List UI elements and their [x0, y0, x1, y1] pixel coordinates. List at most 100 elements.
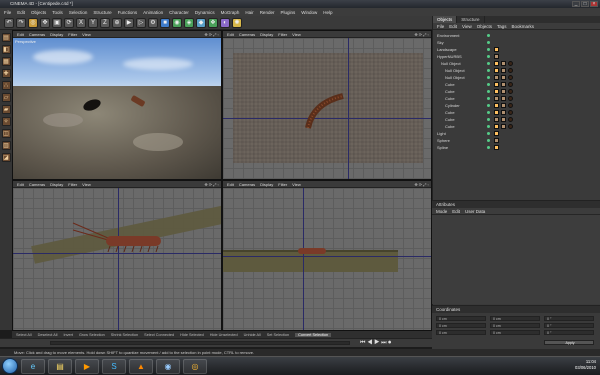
menu-item[interactable]: Animation	[143, 10, 163, 15]
cube-icon[interactable]: ■	[160, 17, 170, 28]
menu-item[interactable]: MoGraph	[221, 10, 240, 15]
tag-icon[interactable]	[494, 110, 499, 115]
tag-icon[interactable]	[494, 82, 499, 87]
size-z-field[interactable]: 0 cm	[490, 330, 540, 335]
visibility-dot-icon[interactable]	[487, 69, 490, 72]
position-x-field[interactable]: 0 cm	[436, 316, 486, 321]
object-row[interactable]: Cube	[437, 116, 600, 123]
snap-icon[interactable]: ◫	[1, 129, 11, 138]
tag-icon[interactable]	[494, 138, 499, 143]
menu-item[interactable]: Dynamics	[195, 10, 215, 15]
viewport-menu-item[interactable]: Filter	[278, 182, 287, 187]
minimize-button[interactable]: _	[572, 1, 580, 7]
render-settings-icon[interactable]: ⚙	[148, 17, 158, 28]
viewport-menu-item[interactable]: View	[82, 32, 91, 37]
material-tag-icon[interactable]	[508, 117, 513, 122]
live-selection-icon[interactable]: ◎	[28, 17, 38, 28]
viewport-nav-icons[interactable]: ✥ ⟳ ⤢ ▫	[414, 182, 429, 187]
texture-mode-icon[interactable]: ▦	[1, 57, 11, 66]
material-tag-icon[interactable]	[508, 68, 513, 73]
menu-item[interactable]: Plugins	[280, 10, 295, 15]
visibility-dot-icon[interactable]	[487, 97, 490, 100]
position-y-field[interactable]: 0 cm	[436, 323, 486, 328]
tag-icon[interactable]	[494, 103, 499, 108]
material-tag-icon[interactable]	[508, 103, 513, 108]
selection-command-tab[interactable]: Invert	[63, 333, 73, 337]
texture-tag-icon[interactable]	[501, 75, 506, 80]
move-icon[interactable]: ✥	[40, 17, 50, 28]
skype-icon[interactable]: S	[102, 358, 126, 374]
texture-tag-icon[interactable]	[501, 82, 506, 87]
light-icon[interactable]: ✺	[232, 17, 242, 28]
playback-controls[interactable]: ⏮ ◀ ▶ ⏭ ⏺	[360, 340, 391, 347]
visibility-dot-icon[interactable]	[487, 139, 490, 142]
solo-icon[interactable]: ◪	[1, 153, 11, 162]
texture-tag-icon[interactable]	[501, 110, 506, 115]
tag-icon[interactable]	[494, 54, 499, 59]
viewport-top[interactable]: Edit Cameras Display Filter View ✥ ⟳ ⤢ ▫	[222, 30, 432, 180]
viewport-right[interactable]: Edit Cameras Display Filter View ✥ ⟳ ⤢ ▫	[12, 180, 222, 331]
object-row[interactable]: Null Object	[437, 74, 600, 81]
texture-tag-icon[interactable]	[501, 61, 506, 66]
objects-menu-item[interactable]: File	[437, 23, 444, 29]
selection-command-tab[interactable]: Set Selection	[267, 333, 289, 337]
chrome-icon[interactable]: ◎	[183, 358, 207, 374]
viewport-perspective[interactable]: Edit Cameras Display Filter View Perspective…	[12, 30, 222, 180]
tag-icon[interactable]	[494, 96, 499, 101]
position-z-field[interactable]: 0 cm	[436, 330, 486, 335]
material-tag-icon[interactable]	[508, 110, 513, 115]
material-tag-icon[interactable]	[508, 75, 513, 80]
scene-icon[interactable]: ❖	[208, 17, 218, 28]
object-row[interactable]: Cube	[437, 81, 600, 88]
deformer-icon[interactable]: ◆	[196, 17, 206, 28]
texture-tag-icon[interactable]	[501, 96, 506, 101]
visibility-dot-icon[interactable]	[487, 48, 490, 51]
selection-command-tab[interactable]: Unhide All	[244, 333, 261, 337]
object-row[interactable]: Spline	[437, 144, 600, 151]
viewport-menu-item[interactable]: Filter	[278, 32, 287, 37]
menu-item[interactable]: Functions	[118, 10, 138, 15]
x-axis-icon[interactable]: X	[76, 17, 86, 28]
viewport-menu-item[interactable]: Display	[50, 32, 63, 37]
object-row[interactable]: Sphere	[437, 137, 600, 144]
tab-structure[interactable]: Structure	[457, 16, 485, 23]
material-tag-icon[interactable]	[508, 96, 513, 101]
rotation-b-field[interactable]: 0 °	[544, 330, 594, 335]
viewport-menu-item[interactable]: Cameras	[29, 182, 45, 187]
visibility-dot-icon[interactable]	[487, 125, 490, 128]
viewport-menu-item[interactable]: View	[292, 182, 301, 187]
timeline[interactable]: ⏮ ◀ ▶ ⏭ ⏺	[0, 338, 432, 347]
make-editable-icon[interactable]: ▤	[1, 33, 11, 42]
object-row[interactable]: Cube	[437, 95, 600, 102]
viewport-menu-item[interactable]: Display	[50, 182, 63, 187]
objects-menu-item[interactable]: Edit	[449, 23, 457, 29]
selection-command-tab[interactable]: Grow Selection	[79, 333, 105, 337]
undo-icon[interactable]: ↶	[4, 17, 14, 28]
material-tag-icon[interactable]	[508, 82, 513, 87]
object-row[interactable]: HyperNURBS	[437, 53, 600, 60]
viewport-menu-item[interactable]: Display	[260, 32, 273, 37]
array-icon[interactable]: ◈	[184, 17, 194, 28]
viewport-menu-item[interactable]: Cameras	[239, 182, 255, 187]
system-tray[interactable]: 11:04 03/06/2010	[575, 359, 596, 371]
visibility-dot-icon[interactable]	[487, 104, 490, 107]
render-view-icon[interactable]: ▶	[124, 17, 134, 28]
attributes-menu-item[interactable]: Mode	[436, 208, 447, 214]
viewport-menu-item[interactable]: Filter	[68, 182, 77, 187]
viewport-nav-icons[interactable]: ✥ ⟳ ⤢ ▫	[204, 32, 219, 37]
object-row[interactable]: Landscape	[437, 46, 600, 53]
menu-item[interactable]: Objects	[31, 10, 46, 15]
menu-item[interactable]: File	[4, 10, 11, 15]
selection-command-tab[interactable]: Hide Selected	[180, 333, 204, 337]
maximize-button[interactable]: □	[581, 1, 589, 7]
timeline-track[interactable]	[50, 341, 350, 345]
objects-menu-item[interactable]: Bookmarks	[512, 23, 535, 29]
object-row[interactable]: Cube	[437, 88, 600, 95]
tag-icon[interactable]	[494, 124, 499, 129]
viewport-menu-item[interactable]: View	[82, 182, 91, 187]
viewport-nav-icons[interactable]: ✥ ⟳ ⤢ ▫	[414, 32, 429, 37]
material-tag-icon[interactable]	[508, 124, 513, 129]
explorer-icon[interactable]: ▤	[48, 358, 72, 374]
visibility-dot-icon[interactable]	[487, 111, 490, 114]
visibility-dot-icon[interactable]	[487, 55, 490, 58]
